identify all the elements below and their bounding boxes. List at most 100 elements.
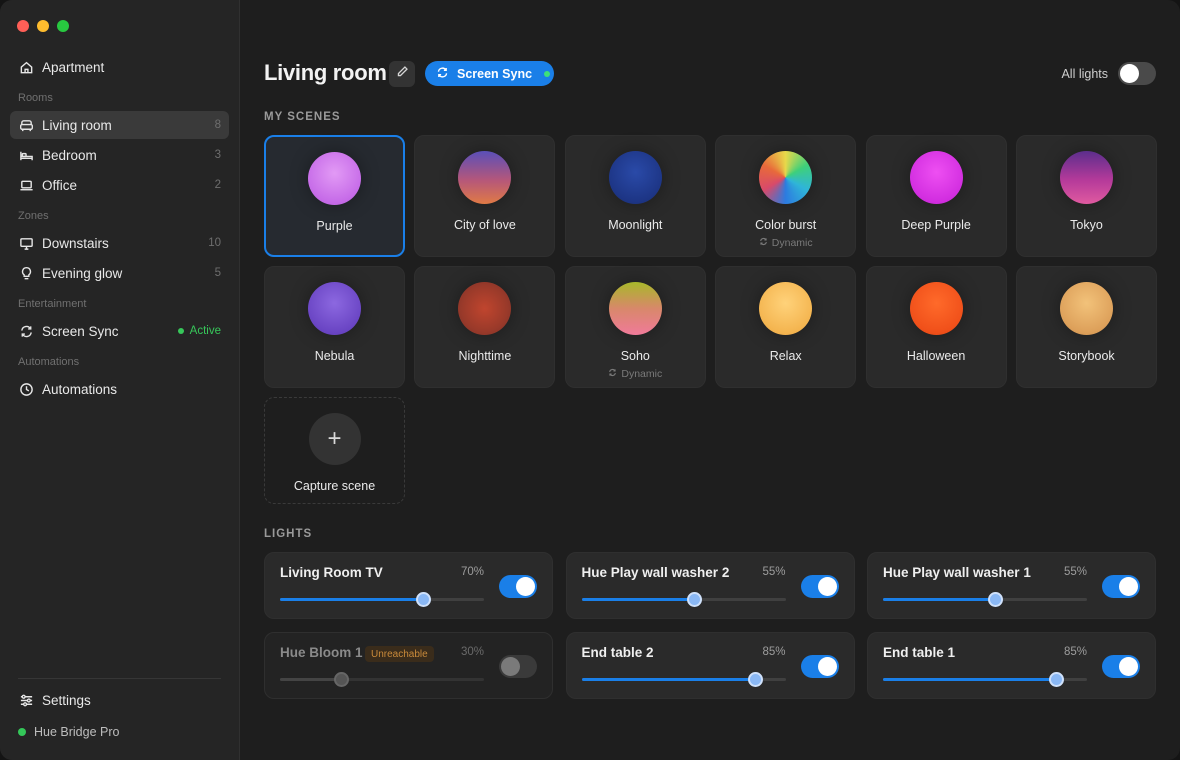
bridge-name: Hue Bridge Pro (34, 725, 120, 739)
slider-fill (280, 678, 342, 681)
capture-scene-button[interactable]: + Capture scene (264, 397, 405, 504)
brightness-slider[interactable] (581, 672, 786, 687)
sidebar-item-settings[interactable]: Settings (10, 686, 229, 714)
brightness-slider[interactable] (280, 672, 484, 687)
brightness-slider[interactable] (883, 672, 1087, 687)
light-card[interactable]: Living Room TV 70% (264, 552, 553, 619)
brightness-value: 30% (460, 646, 484, 658)
sync-icon (608, 368, 617, 380)
sidebar-item-office[interactable]: Office 2 (10, 171, 229, 199)
light-count: 2 (214, 179, 221, 191)
zoom-window-button[interactable] (57, 20, 69, 32)
sidebar-item-screen-sync[interactable]: Screen Sync Active (10, 317, 229, 345)
home-icon (18, 59, 34, 75)
sync-icon (759, 237, 768, 249)
scene-name: Moonlight (608, 218, 663, 232)
scene-card[interactable]: Storybook (1016, 266, 1157, 388)
light-count: 3 (214, 149, 221, 161)
slider-thumb[interactable] (1049, 672, 1065, 687)
scene-card[interactable]: City of love (414, 135, 556, 257)
minimize-window-button[interactable] (37, 20, 49, 32)
all-lights-toggle[interactable] (1118, 62, 1156, 85)
brightness-slider[interactable] (581, 592, 786, 607)
light-power-toggle[interactable] (1102, 575, 1140, 598)
light-card[interactable]: End table 1 85% (867, 632, 1156, 699)
scene-name: Halloween (906, 349, 966, 363)
scene-name: Tokyo (1070, 218, 1103, 232)
toggle-knob (501, 657, 520, 676)
edit-room-button[interactable] (389, 61, 415, 87)
slider-thumb[interactable] (686, 592, 702, 607)
all-lights-control: All lights (1061, 62, 1156, 85)
toggle-knob (817, 577, 837, 596)
scene-card[interactable]: Tokyo (1016, 135, 1157, 257)
brightness-value: 85% (1063, 646, 1087, 658)
scene-name: Nebula (314, 349, 355, 363)
brightness-slider[interactable] (280, 592, 484, 607)
lights-heading: LIGHTS (264, 528, 313, 540)
scene-card[interactable]: Relax (715, 266, 857, 388)
toggle-knob (1120, 64, 1139, 83)
sidebar-item-label: Settings (42, 692, 91, 708)
light-card[interactable]: Hue Play wall washer 1 55% (867, 552, 1156, 619)
scene-color-swatch (308, 282, 361, 335)
scene-name: Nighttime (458, 349, 512, 363)
status-badge: Active (177, 325, 221, 337)
sidebar-item-label: Bedroom (42, 147, 97, 163)
slider-thumb[interactable] (988, 592, 1004, 607)
screen-sync-button[interactable]: Screen Sync (425, 61, 554, 86)
scene-card[interactable]: Soho Dynamic (564, 266, 706, 388)
sidebar-item-evening-glow[interactable]: Evening glow 5 (10, 259, 229, 287)
brightness-slider[interactable] (883, 592, 1087, 607)
sliders-icon (18, 692, 34, 708)
screen-sync-label: Screen Sync (457, 66, 533, 81)
close-window-button[interactable] (17, 20, 29, 32)
light-card[interactable]: Hue Bloom 1 Unreachable 30% (264, 632, 553, 699)
clock-icon (18, 381, 34, 397)
scene-dynamic-label: Dynamic (608, 368, 662, 380)
scene-sub-text: Dynamic (621, 368, 663, 380)
slider-thumb[interactable] (747, 672, 763, 687)
brightness-value: 85% (762, 646, 786, 658)
scene-card[interactable]: Nebula (264, 266, 405, 388)
sidebar-item-apartment[interactable]: Apartment (10, 53, 229, 81)
monitor-icon (18, 235, 34, 251)
light-card[interactable]: Hue Play wall washer 2 55% (565, 552, 855, 619)
scene-color-swatch (608, 282, 662, 335)
sidebar-item-automations[interactable]: Automations (10, 375, 229, 403)
brightness-value: 70% (460, 566, 484, 578)
light-power-toggle[interactable] (800, 655, 839, 678)
slider-thumb[interactable] (415, 592, 431, 607)
scene-card[interactable]: Color burst Dynamic (715, 135, 857, 257)
scene-name: Deep Purple (901, 218, 971, 232)
sync-active-dot (544, 70, 551, 77)
light-power-toggle[interactable] (499, 575, 537, 598)
section-label-automations: Automations (18, 356, 80, 368)
scene-card[interactable]: Moonlight (564, 135, 706, 257)
scene-color-swatch (909, 151, 963, 204)
scene-name: Purple (316, 219, 353, 233)
bridge-status[interactable]: Hue Bridge Pro (18, 725, 119, 739)
scene-card[interactable]: Purple (264, 135, 405, 257)
plus-icon: + (308, 413, 361, 465)
scene-card[interactable]: Halloween (865, 266, 1007, 388)
toggle-knob (817, 657, 837, 676)
sidebar-item-living-room[interactable]: Living room 8 (10, 111, 229, 139)
slider-thumb[interactable] (334, 672, 350, 687)
light-power-toggle[interactable] (499, 655, 537, 678)
scene-color-swatch (458, 151, 512, 204)
unreachable-badge: Unreachable (365, 646, 434, 662)
scene-name: Storybook (1058, 349, 1115, 363)
scene-card[interactable]: Deep Purple (865, 135, 1007, 257)
light-power-toggle[interactable] (800, 575, 839, 598)
scene-color-swatch (1060, 282, 1113, 335)
slider-fill (581, 598, 694, 601)
brightness-value: 55% (762, 566, 786, 578)
light-card[interactable]: End table 2 85% (565, 632, 855, 699)
sidebar-item-bedroom[interactable]: Bedroom 3 (10, 141, 229, 169)
sidebar-item-downstairs[interactable]: Downstairs 10 (10, 229, 229, 257)
light-power-toggle[interactable] (1102, 655, 1140, 678)
scene-card[interactable]: Nighttime (414, 266, 556, 388)
section-label-zones: Zones (18, 210, 49, 222)
scenes-heading: MY SCENES (264, 111, 341, 123)
